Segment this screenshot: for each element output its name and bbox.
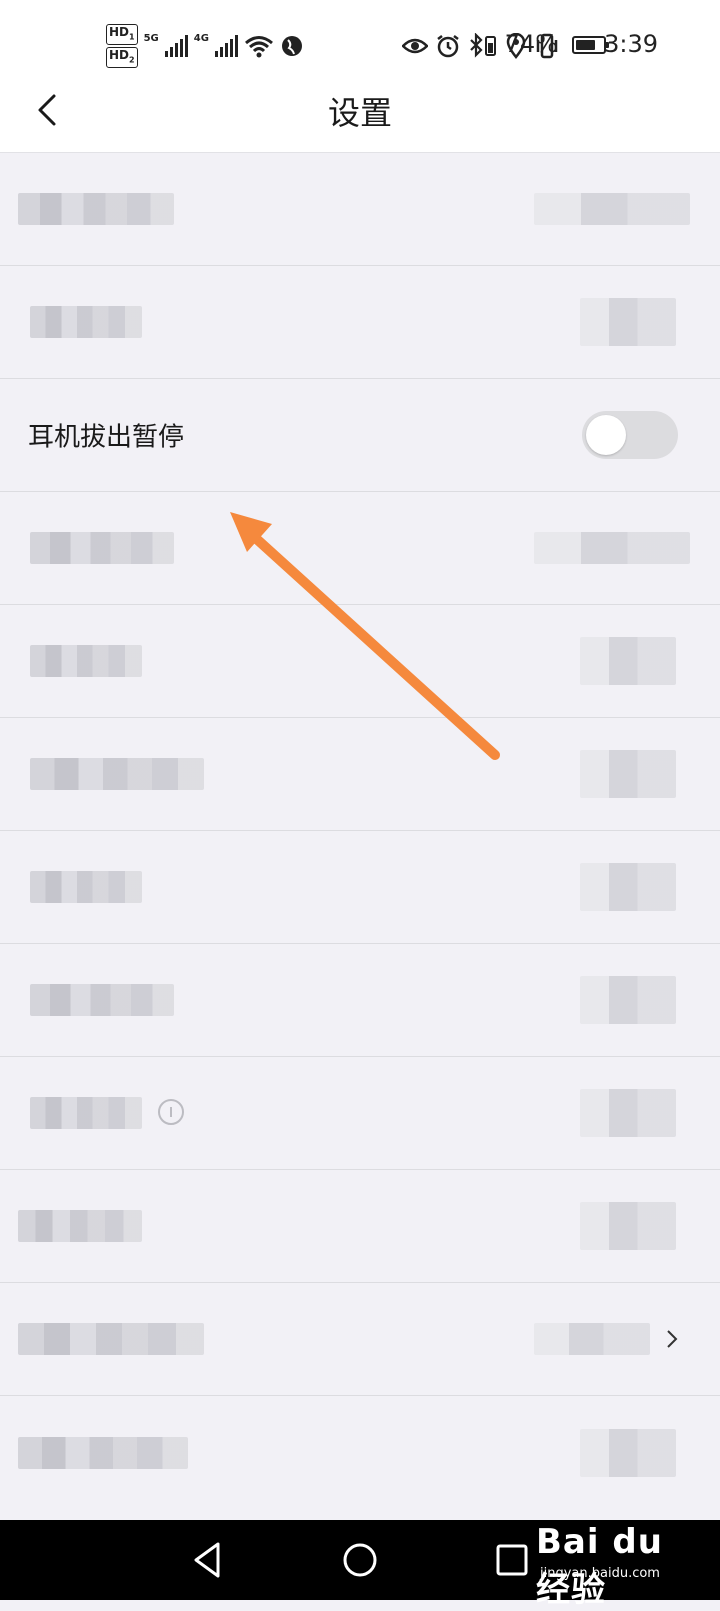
signal-bars-icon-1: [164, 35, 188, 57]
redacted-toggle-8: [580, 976, 676, 1024]
redacted-label-6: [30, 758, 204, 790]
redacted-toggle-6: [580, 750, 676, 798]
redacted-value-4: [534, 532, 690, 564]
redacted-label-11: [18, 1323, 204, 1355]
eye-icon: [402, 38, 428, 54]
network-5g-label: 5G: [143, 32, 159, 44]
alarm-icon: [437, 35, 459, 58]
settings-row-1[interactable]: [0, 153, 720, 266]
settings-row-9[interactable]: [0, 1057, 720, 1170]
settings-row-2[interactable]: [0, 266, 720, 379]
redacted-toggle-7: [580, 863, 676, 911]
headphone-pause-label: 耳机拔出暂停: [28, 422, 185, 453]
globe-icon: [281, 36, 302, 56]
redacted-label-2: [30, 306, 142, 338]
settings-row-12[interactable]: [0, 1396, 720, 1509]
settings-row-4[interactable]: [0, 492, 720, 605]
battery-percent: 74%: [504, 30, 558, 58]
redacted-label-4: [30, 532, 174, 564]
wifi-icon: [244, 36, 273, 58]
settings-row-7[interactable]: [0, 831, 720, 944]
battery-icon: [572, 36, 609, 54]
redacted-label-7: [30, 871, 142, 903]
redacted-label-12: [18, 1436, 188, 1469]
settings-row-headphone-pause[interactable]: 耳机拔出暂停: [0, 379, 720, 492]
settings-row-10[interactable]: [0, 1170, 720, 1283]
info-icon[interactable]: [156, 1097, 186, 1127]
network-4g-label: 4G: [193, 32, 209, 44]
watermark-site: jingyan.baidu.com: [540, 1566, 660, 1581]
nav-header: 设置: [0, 70, 720, 153]
toggle-knob: [586, 415, 626, 455]
hd1-badge: HD1: [106, 23, 138, 45]
redacted-label-9: [30, 1097, 142, 1129]
status-time: 3:39: [604, 30, 658, 58]
redacted-toggle-10: [580, 1202, 676, 1250]
redacted-label-10: [18, 1210, 142, 1242]
chevron-right-icon: [667, 1330, 678, 1348]
redacted-toggle-2: [580, 298, 676, 346]
system-nav-bar: Bai du 经验 jingyan.baidu.com: [0, 1520, 720, 1610]
redacted-value-1: [534, 193, 690, 225]
settings-row-5[interactable]: [0, 605, 720, 718]
battery-fill: [576, 40, 596, 50]
settings-row-8[interactable]: [0, 944, 720, 1057]
hd2-badge: HD2: [106, 47, 138, 69]
redacted-label-1: [18, 193, 174, 225]
nav-home-icon[interactable]: [338, 1538, 382, 1582]
redacted-label-5: [30, 645, 142, 677]
bluetooth-battery-icon: [470, 33, 496, 58]
nav-back-icon[interactable]: [186, 1538, 230, 1582]
redacted-value-11: [534, 1323, 650, 1355]
redacted-toggle-5: [580, 637, 676, 685]
hd-indicators: HD1 HD2: [106, 23, 138, 69]
settings-row-11[interactable]: [0, 1283, 720, 1396]
redacted-label-8: [30, 984, 174, 1016]
status-left: HD1 HD2 5G 4G: [106, 23, 304, 69]
settings-row-6[interactable]: [0, 718, 720, 831]
redacted-toggle-12: [580, 1428, 676, 1477]
headphone-pause-toggle[interactable]: [582, 411, 678, 459]
page-title: 设置: [327, 94, 392, 132]
baidu-jingyan-watermark: Bai du 经验 jingyan.baidu.com: [536, 1522, 706, 1610]
settings-list: 耳机拔出暂停: [0, 153, 720, 1509]
signal-bars-icon-2: [214, 35, 238, 57]
nav-recents-icon[interactable]: [490, 1538, 534, 1582]
redacted-toggle-9: [580, 1089, 676, 1137]
